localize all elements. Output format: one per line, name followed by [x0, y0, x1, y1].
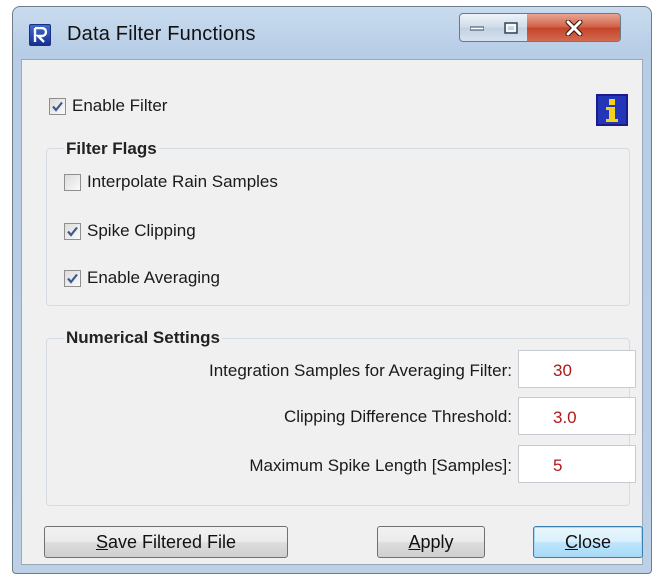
close-mnemonic: C: [564, 532, 578, 552]
dialog-window: Data Filter Functions Enable Filter Filt…: [12, 6, 652, 574]
enable-filter-label: Enable Filter: [72, 96, 168, 115]
checkbox-box[interactable]: [49, 97, 66, 115]
enable-averaging-checkbox[interactable]: Enable Averaging: [64, 268, 220, 288]
save-mnemonic: S: [95, 532, 108, 552]
integration-samples-field[interactable]: 30: [518, 350, 636, 388]
checkbox-box[interactable]: [64, 269, 81, 287]
window-title: Data Filter Functions: [67, 23, 256, 45]
minimize-button[interactable]: [459, 13, 495, 42]
checkbox-box[interactable]: [64, 222, 81, 240]
spike-clipping-label: Spike Clipping: [87, 221, 196, 240]
title-bar[interactable]: Data Filter Functions: [13, 7, 651, 59]
dialog-client-area: Enable Filter Filter Flags Interpolate R…: [21, 59, 643, 565]
spike-clipping-checkbox[interactable]: Spike Clipping: [64, 221, 196, 241]
numerical-settings-title: Numerical Settings: [64, 328, 222, 348]
enable-averaging-label: Enable Averaging: [87, 268, 220, 287]
apply-label: pply: [420, 532, 454, 552]
close-window-button[interactable]: [527, 13, 621, 42]
save-filtered-file-button[interactable]: Save Filtered File: [44, 526, 288, 558]
apply-button[interactable]: Apply: [377, 526, 485, 558]
save-label: ave Filtered File: [107, 532, 237, 552]
info-icon[interactable]: [596, 94, 628, 126]
clipping-threshold-label: Clipping Difference Threshold:: [283, 407, 512, 426]
close-button[interactable]: Close: [533, 526, 643, 558]
interpolate-rain-samples-label: Interpolate Rain Samples: [87, 172, 278, 191]
apply-mnemonic: A: [408, 532, 421, 552]
checkbox-box[interactable]: [64, 173, 81, 191]
close-label: lose: [577, 532, 612, 552]
clipping-threshold-field[interactable]: 3.0: [518, 397, 636, 435]
maximize-button[interactable]: [494, 13, 528, 42]
filter-flags-title: Filter Flags: [64, 139, 159, 159]
enable-filter-checkbox[interactable]: Enable Filter: [49, 96, 167, 116]
integration-samples-label: Integration Samples for Averaging Filter…: [208, 361, 512, 380]
app-logo-icon: [29, 24, 51, 46]
maximum-spike-length-label: Maximum Spike Length [Samples]:: [249, 456, 512, 475]
maximum-spike-length-field[interactable]: 5: [518, 445, 636, 483]
interpolate-rain-samples-checkbox[interactable]: Interpolate Rain Samples: [64, 172, 278, 192]
